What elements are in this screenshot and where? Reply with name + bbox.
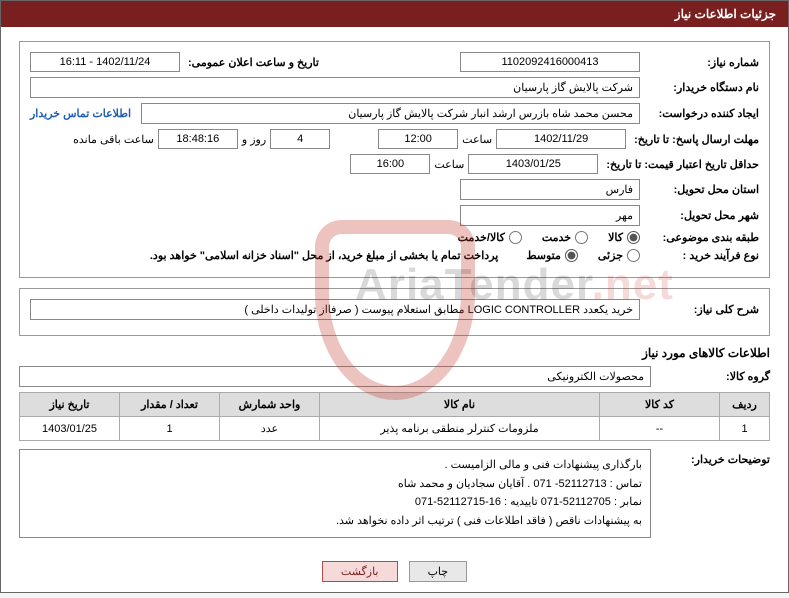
buyer-note-line: به پیشنهادات ناقص ( فاقد اطلاعات فنی ) ت…	[28, 512, 642, 531]
treasury-note: پرداخت تمام یا بخشی از مبلغ خرید، از محل…	[150, 249, 498, 262]
overall-label: شرح کلی نیاز:	[644, 303, 759, 316]
info-fieldset: شماره نیاز: 1102092416000413 تاریخ و ساع…	[19, 41, 770, 278]
th-need-date: تاریخ نیاز	[20, 393, 120, 417]
requester-value: محسن محمد شاه بازرس ارشد انبار شرکت پالا…	[141, 103, 640, 124]
announce-label: تاریخ و ساعت اعلان عمومی:	[184, 56, 344, 69]
category-label: طبقه بندی موضوعی:	[644, 231, 759, 244]
radio-partial-input[interactable]	[627, 249, 640, 262]
purchase-type-label: نوع فرآیند خرید :	[644, 249, 759, 262]
cell-name: ملزومات کنترلر منطقی برنامه پذیر	[320, 417, 600, 441]
th-row: ردیف	[720, 393, 770, 417]
city-value: مهر	[460, 205, 640, 226]
cell-code: --	[600, 417, 720, 441]
th-unit: واحد شمارش	[220, 393, 320, 417]
main-panel: جزئیات اطلاعات نیاز شماره نیاز: 11020924…	[0, 0, 789, 593]
table-row: 1 -- ملزومات کنترلر منطقی برنامه پذیر عد…	[20, 417, 770, 441]
province-label: استان محل تحویل:	[644, 183, 759, 196]
radio-goods-service-input[interactable]	[509, 231, 522, 244]
price-date: 1403/01/25	[468, 154, 598, 174]
cell-row: 1	[720, 417, 770, 441]
days-word: روز و	[242, 133, 266, 146]
hour-label-1: ساعت	[462, 133, 492, 146]
announce-value: 1402/11/24 - 16:11	[30, 52, 180, 72]
radio-medium[interactable]: متوسط	[526, 249, 578, 262]
radio-medium-input[interactable]	[565, 249, 578, 262]
th-name: نام کالا	[320, 393, 600, 417]
buyer-note-line: بارگذاری پیشنهادات فنی و مالی الزامیست .	[28, 456, 642, 475]
group-value: محصولات الکترونیکی	[19, 366, 651, 387]
overall-desc: خرید یکعدد LOGIC CONTROLLER مطابق استعلا…	[30, 299, 640, 320]
remaining-word: ساعت باقی مانده	[73, 133, 154, 146]
cell-qty: 1	[120, 417, 220, 441]
radio-goods-input[interactable]	[627, 231, 640, 244]
cell-unit: عدد	[220, 417, 320, 441]
buyer-note-line: نمابر : 52112705-071 تاییدیه : 16-521127…	[28, 493, 642, 512]
reply-date: 1402/11/29	[496, 129, 626, 149]
buyer-notes-label: توضیحات خریدار:	[655, 449, 770, 466]
hour-label-2: ساعت	[434, 158, 464, 171]
radio-partial[interactable]: جزئی	[598, 249, 640, 262]
buyer-note-line: تماس : 52112713- 071 . آقایان سجادیان و …	[28, 475, 642, 494]
th-qty: تعداد / مقدار	[120, 393, 220, 417]
buyer-org-value: شرکت پالایش گاز پارسیان	[30, 77, 640, 98]
radio-goods-service[interactable]: کالا/خدمت	[458, 231, 522, 244]
radio-service-input[interactable]	[575, 231, 588, 244]
panel-title: جزئیات اطلاعات نیاز	[1, 1, 788, 27]
days-remaining: 4	[270, 129, 330, 149]
province-value: فارس	[460, 179, 640, 200]
reply-time: 12:00	[378, 129, 458, 149]
contact-link[interactable]: اطلاعات تماس خریدار	[30, 107, 131, 120]
group-label: گروه کالا:	[655, 370, 770, 383]
need-no-value: 1102092416000413	[460, 52, 640, 72]
requester-label: ایجاد کننده درخواست:	[644, 107, 759, 120]
items-section-title: اطلاعات کالاهای مورد نیاز	[19, 346, 770, 360]
back-button[interactable]: بازگشت	[322, 561, 398, 582]
price-time: 16:00	[350, 154, 430, 174]
radio-goods[interactable]: کالا	[608, 231, 640, 244]
print-button[interactable]: چاپ	[409, 561, 468, 582]
items-table: ردیف کد کالا نام کالا واحد شمارش تعداد /…	[19, 392, 770, 441]
need-no-label: شماره نیاز:	[644, 56, 759, 69]
desc-fieldset: شرح کلی نیاز: خرید یکعدد LOGIC CONTROLLE…	[19, 288, 770, 336]
price-valid-label: حداقل تاریخ اعتبار قیمت: تا تاریخ:	[602, 158, 759, 171]
cell-need-date: 1403/01/25	[20, 417, 120, 441]
th-code: کد کالا	[600, 393, 720, 417]
time-remaining: 18:48:16	[158, 129, 238, 149]
radio-service[interactable]: خدمت	[542, 231, 588, 244]
footer-buttons: چاپ بازگشت	[1, 553, 788, 592]
reply-deadline-label: مهلت ارسال پاسخ: تا تاریخ:	[630, 133, 759, 146]
buyer-org-label: نام دستگاه خریدار:	[644, 81, 759, 94]
buyer-notes-box: بارگذاری پیشنهادات فنی و مالی الزامیست .…	[19, 449, 651, 538]
city-label: شهر محل تحویل:	[644, 209, 759, 222]
table-header-row: ردیف کد کالا نام کالا واحد شمارش تعداد /…	[20, 393, 770, 417]
